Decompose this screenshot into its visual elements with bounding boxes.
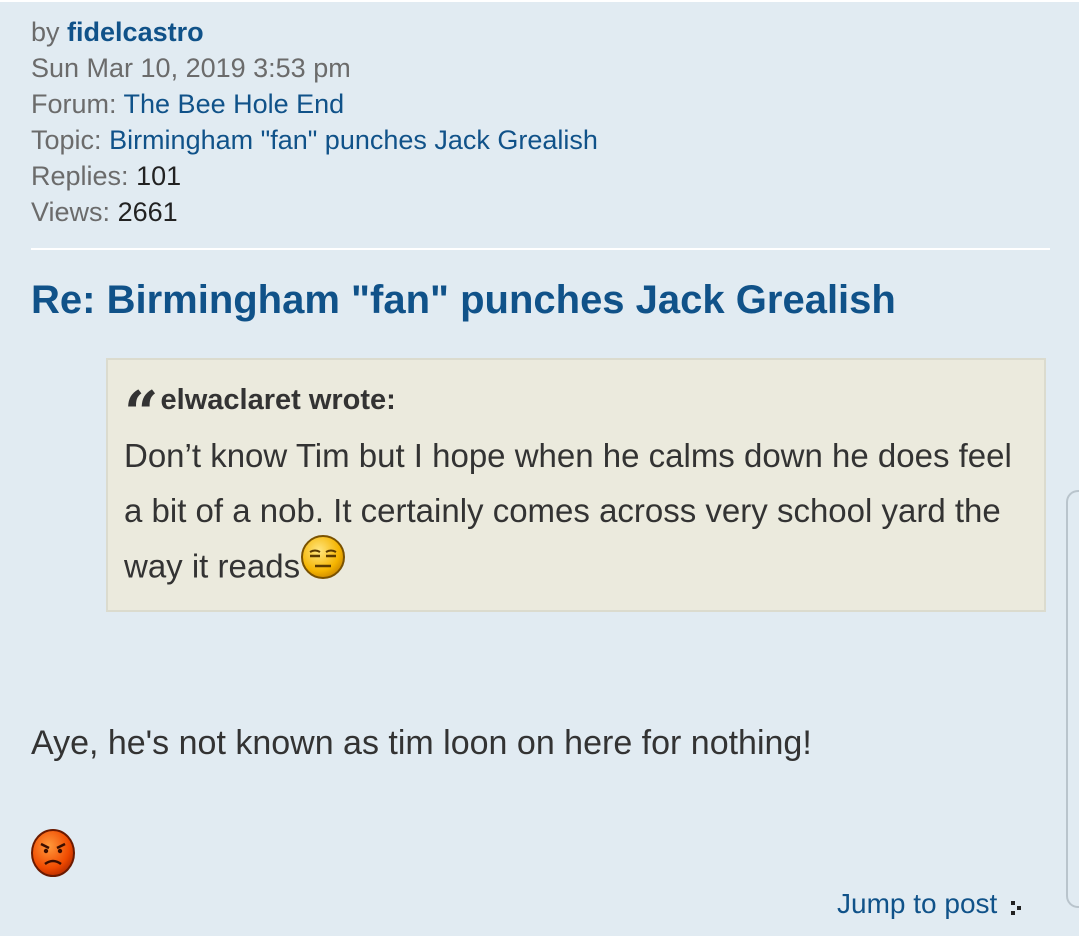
- post-date: Sun Mar 10, 2019 3:53 pm: [31, 53, 351, 83]
- search-result-post: by fidelcastro Sun Mar 10, 2019 3:53 pm …: [0, 2, 1079, 936]
- quote-author: elwaclaret wrote:: [160, 384, 396, 416]
- replies-label: Replies:: [31, 161, 129, 191]
- meta-divider: [31, 248, 1050, 250]
- views-label: Views:: [31, 197, 111, 227]
- expressionless-smiley-icon: [300, 534, 346, 596]
- quote-text: Don’t know Tim but I hope when he calms …: [124, 437, 1012, 585]
- replies-count: 101: [136, 161, 182, 191]
- jump-to-post-link[interactable]: Jump to post: [837, 884, 1025, 924]
- quote-block: “ elwaclaret wrote: Don’t know Tim but I…: [106, 358, 1046, 612]
- topic-row: Topic: Birmingham "fan" punches Jack Gre…: [31, 122, 598, 158]
- topic-link[interactable]: Birmingham "fan" punches Jack Grealish: [109, 125, 598, 155]
- jump-arrow-icon[interactable]: [1011, 888, 1025, 928]
- author-row: by fidelcastro: [31, 14, 598, 50]
- author-link[interactable]: fidelcastro: [67, 17, 204, 47]
- replies-row: Replies: 101: [31, 158, 598, 194]
- forum-link[interactable]: The Bee Hole End: [124, 89, 345, 119]
- side-panel-handle[interactable]: [1066, 490, 1079, 908]
- reply-text: Aye, he's not known as tim loon on here …: [31, 724, 812, 762]
- topic-label: Topic:: [31, 125, 102, 155]
- forum-row: Forum: The Bee Hole End: [31, 86, 598, 122]
- quote-mark-icon: “: [124, 379, 158, 449]
- post-meta: by fidelcastro Sun Mar 10, 2019 3:53 pm …: [31, 14, 598, 230]
- quote-cite: “ elwaclaret wrote:: [124, 380, 1028, 444]
- angry-smiley-icon: [30, 828, 76, 883]
- quote-text-block: Don’t know Tim but I hope when he calms …: [124, 428, 1024, 600]
- views-count: 2661: [117, 197, 178, 227]
- jump-to-post-label[interactable]: Jump to post: [837, 884, 997, 924]
- post-title[interactable]: Re: Birmingham "fan" punches Jack Greali…: [31, 274, 896, 326]
- forum-label: Forum:: [31, 89, 117, 119]
- views-row: Views: 2661: [31, 194, 598, 230]
- by-label: by: [31, 17, 60, 47]
